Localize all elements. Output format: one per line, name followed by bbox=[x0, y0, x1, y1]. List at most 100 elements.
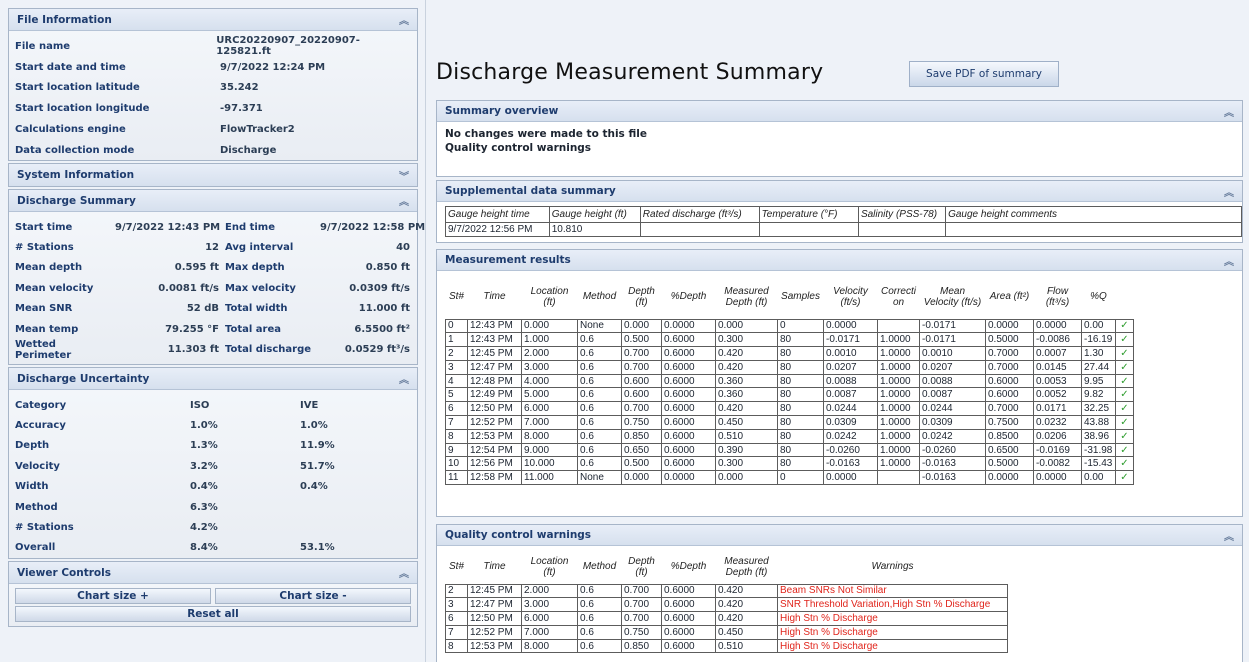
column-header[interactable]: Time bbox=[468, 550, 522, 584]
table-cell: 0.8500 bbox=[985, 428, 1034, 444]
chart-size-minus-button[interactable]: Chart size - bbox=[215, 588, 411, 604]
table-row[interactable]: 9/7/2022 12:56 PM 10.810 bbox=[445, 222, 1242, 237]
table-cell: High Stn % Discharge bbox=[777, 611, 1008, 626]
table-row[interactable]: 8 12:53 PM 8.000 0.6 0.850 0.6000 0.510 High St… bbox=[445, 638, 1008, 654]
table-cell: 10 bbox=[445, 456, 468, 472]
collapse-icon[interactable]: ︽ bbox=[399, 193, 409, 208]
column-header[interactable]: St# bbox=[446, 550, 468, 584]
table-row[interactable]: 6 12:50 PM 6.000 0.6 0.700 0.6000 0.420 80 0.024… bbox=[445, 401, 1134, 417]
column-header[interactable]: %Depth bbox=[662, 275, 716, 319]
column-header[interactable]: Depth (ft) bbox=[622, 275, 662, 319]
table-cell: 0.6000 bbox=[661, 373, 716, 389]
collapse-icon[interactable]: ︽ bbox=[1224, 184, 1234, 199]
column-header[interactable]: Mean Velocity (ft/s) bbox=[920, 275, 986, 319]
collapse-icon[interactable]: ︽ bbox=[399, 565, 409, 580]
column-header[interactable]: Time bbox=[468, 275, 522, 319]
column-header[interactable]: Area (ft²) bbox=[986, 275, 1034, 319]
discharge-summary-header[interactable]: Discharge Summary ︽ bbox=[9, 190, 417, 212]
column-header[interactable]: Measured Depth (ft) bbox=[716, 275, 778, 319]
uncertainty-row: Velocity 3.2% 51.7% bbox=[15, 456, 411, 476]
table-cell: 6 bbox=[445, 611, 468, 626]
column-header[interactable]: Method bbox=[578, 275, 622, 319]
reset-all-button[interactable]: Reset all bbox=[15, 606, 411, 622]
column-header[interactable]: Samples bbox=[778, 275, 824, 319]
table-row[interactable]: 2 12:45 PM 2.000 0.6 0.700 0.6000 0.420 Beam SN… bbox=[445, 583, 1008, 599]
table-cell: 0.420 bbox=[715, 583, 778, 599]
table-cell: 1 bbox=[445, 332, 468, 348]
table-row[interactable]: 7 12:52 PM 7.000 0.6 0.750 0.6000 0.450 80 0.030… bbox=[445, 415, 1134, 430]
column-header[interactable]: Method bbox=[578, 550, 622, 584]
table-cell: 12:56 PM bbox=[467, 456, 522, 472]
table-cell: SNR Threshold Variation,High Stn % Disch… bbox=[777, 597, 1008, 613]
collapse-icon[interactable]: ︽ bbox=[1224, 104, 1234, 119]
collapse-icon[interactable]: ︽ bbox=[399, 371, 409, 386]
column-header[interactable]: Location (ft) bbox=[522, 550, 578, 584]
column-header[interactable]: %Q bbox=[1082, 275, 1116, 319]
table-row[interactable]: 4 12:48 PM 4.000 0.6 0.600 0.6000 0.360 80 0.008… bbox=[445, 373, 1134, 389]
collapse-icon[interactable]: ︽ bbox=[1224, 528, 1234, 543]
column-header[interactable]: Velocity (ft/s) bbox=[824, 275, 878, 319]
table-cell: 0.700 bbox=[621, 597, 662, 613]
table-cell: -0.0163 bbox=[919, 456, 986, 472]
table-cell: 0.7000 bbox=[985, 401, 1034, 417]
save-pdf-button[interactable]: Save PDF of summary bbox=[909, 61, 1059, 87]
table-row[interactable]: 10 12:56 PM 10.000 0.6 0.500 0.6000 0.300 80 -0.… bbox=[445, 456, 1134, 472]
column-header[interactable]: Correcti on bbox=[878, 275, 920, 319]
column-header[interactable]: Gauge height comments bbox=[945, 206, 1242, 223]
column-header[interactable]: Rated discharge (ft³/s) bbox=[639, 206, 760, 223]
table-row[interactable]: 9 12:54 PM 9.000 0.6 0.650 0.6000 0.390 80 -0.02… bbox=[445, 442, 1134, 458]
summary-overview-header[interactable]: Summary overview ︽ bbox=[437, 101, 1242, 122]
column-header[interactable]: Warnings bbox=[778, 550, 1008, 584]
table-row[interactable]: 5 12:49 PM 5.000 0.6 0.600 0.6000 0.360 80 0.008… bbox=[445, 387, 1134, 403]
column-header[interactable]: Depth (ft) bbox=[622, 550, 662, 584]
file-info-label: Calculations engine bbox=[15, 124, 126, 136]
table-row[interactable]: 2 12:45 PM 2.000 0.6 0.700 0.6000 0.420 80 0.001… bbox=[445, 346, 1134, 361]
collapse-icon[interactable]: ︽ bbox=[399, 12, 409, 27]
expand-icon[interactable]: ︾ bbox=[399, 168, 409, 183]
viewer-controls-header[interactable]: Viewer Controls ︽ bbox=[9, 562, 417, 584]
table-row[interactable]: 3 12:47 PM 3.000 0.6 0.700 0.6000 0.420 SNR Thr… bbox=[445, 597, 1008, 613]
measurement-results-header[interactable]: Measurement results ︽ bbox=[437, 250, 1242, 271]
quality-control-header[interactable]: Quality control warnings ︽ bbox=[437, 525, 1242, 546]
panel-title: Supplemental data summary bbox=[445, 185, 616, 197]
quality-control-panel: Quality control warnings ︽ St# Time Locati… bbox=[436, 524, 1243, 662]
summary-label: Max velocity bbox=[225, 282, 296, 294]
table-cell: 0.0244 bbox=[823, 401, 878, 417]
table-row[interactable]: 0 12:43 PM 0.000 None 0.000 0.0000 0.000 0 0.000… bbox=[445, 318, 1134, 334]
column-header[interactable]: Salinity (PSS-78) bbox=[857, 206, 947, 223]
column-header[interactable]: Measured Depth (ft) bbox=[716, 550, 778, 584]
table-cell: -0.0082 bbox=[1033, 456, 1082, 472]
system-information-header[interactable]: System Information ︾ bbox=[9, 164, 417, 186]
column-header[interactable]: Location (ft) bbox=[522, 275, 578, 319]
discharge-uncertainty-header[interactable]: Discharge Uncertainty ︽ bbox=[9, 368, 417, 390]
column-header[interactable]: St# bbox=[446, 275, 468, 319]
uncertainty-row: # Stations 4.2% bbox=[15, 517, 411, 537]
check-icon: ✓ bbox=[1115, 359, 1134, 375]
table-cell: 0.0053 bbox=[1033, 373, 1082, 389]
panel-title: Discharge Summary bbox=[17, 194, 136, 207]
column-header[interactable]: %Depth bbox=[662, 550, 716, 584]
table-row[interactable]: 3 12:47 PM 3.000 0.6 0.700 0.6000 0.420 80 0.020… bbox=[445, 359, 1134, 375]
collapse-icon[interactable]: ︽ bbox=[1224, 253, 1234, 268]
table-cell: 0.0000 bbox=[823, 318, 878, 334]
table-cell: 1.30 bbox=[1081, 346, 1116, 361]
table-row[interactable]: 11 12:58 PM 11.000 None 0.000 0.0000 0.000 0 0.0… bbox=[445, 470, 1134, 486]
column-header[interactable]: Temperature (°F) bbox=[758, 206, 859, 223]
table-cell: -0.0163 bbox=[823, 456, 878, 472]
chart-size-plus-button[interactable]: Chart size + bbox=[15, 588, 211, 604]
table-cell: 0.450 bbox=[715, 624, 778, 640]
column-header[interactable]: Gauge height (ft) bbox=[548, 206, 641, 223]
file-information-header[interactable]: File Information ︽ bbox=[9, 9, 417, 31]
table-cell: -15.43 bbox=[1081, 456, 1116, 472]
table-cell: 80 bbox=[777, 359, 824, 375]
table-row[interactable]: 8 12:53 PM 8.000 0.6 0.850 0.6000 0.510 80 0.024… bbox=[445, 428, 1134, 444]
table-cell: 0.0242 bbox=[919, 428, 986, 444]
discharge-uncertainty-panel: Discharge Uncertainty ︽ Category ISO IVE Ac… bbox=[8, 367, 418, 559]
table-row[interactable]: 1 12:43 PM 1.000 0.6 0.500 0.6000 0.300 80 -0.01… bbox=[445, 332, 1134, 348]
splitter[interactable] bbox=[425, 0, 426, 662]
table-row[interactable]: 6 12:50 PM 6.000 0.6 0.700 0.6000 0.420 High St… bbox=[445, 611, 1008, 626]
supplemental-data-header[interactable]: Supplemental data summary ︽ bbox=[437, 181, 1242, 202]
column-header[interactable]: Flow (ft³/s) bbox=[1034, 275, 1082, 319]
column-header[interactable]: Gauge height time bbox=[445, 206, 550, 223]
table-row[interactable]: 7 12:52 PM 7.000 0.6 0.750 0.6000 0.450 High St… bbox=[445, 624, 1008, 640]
